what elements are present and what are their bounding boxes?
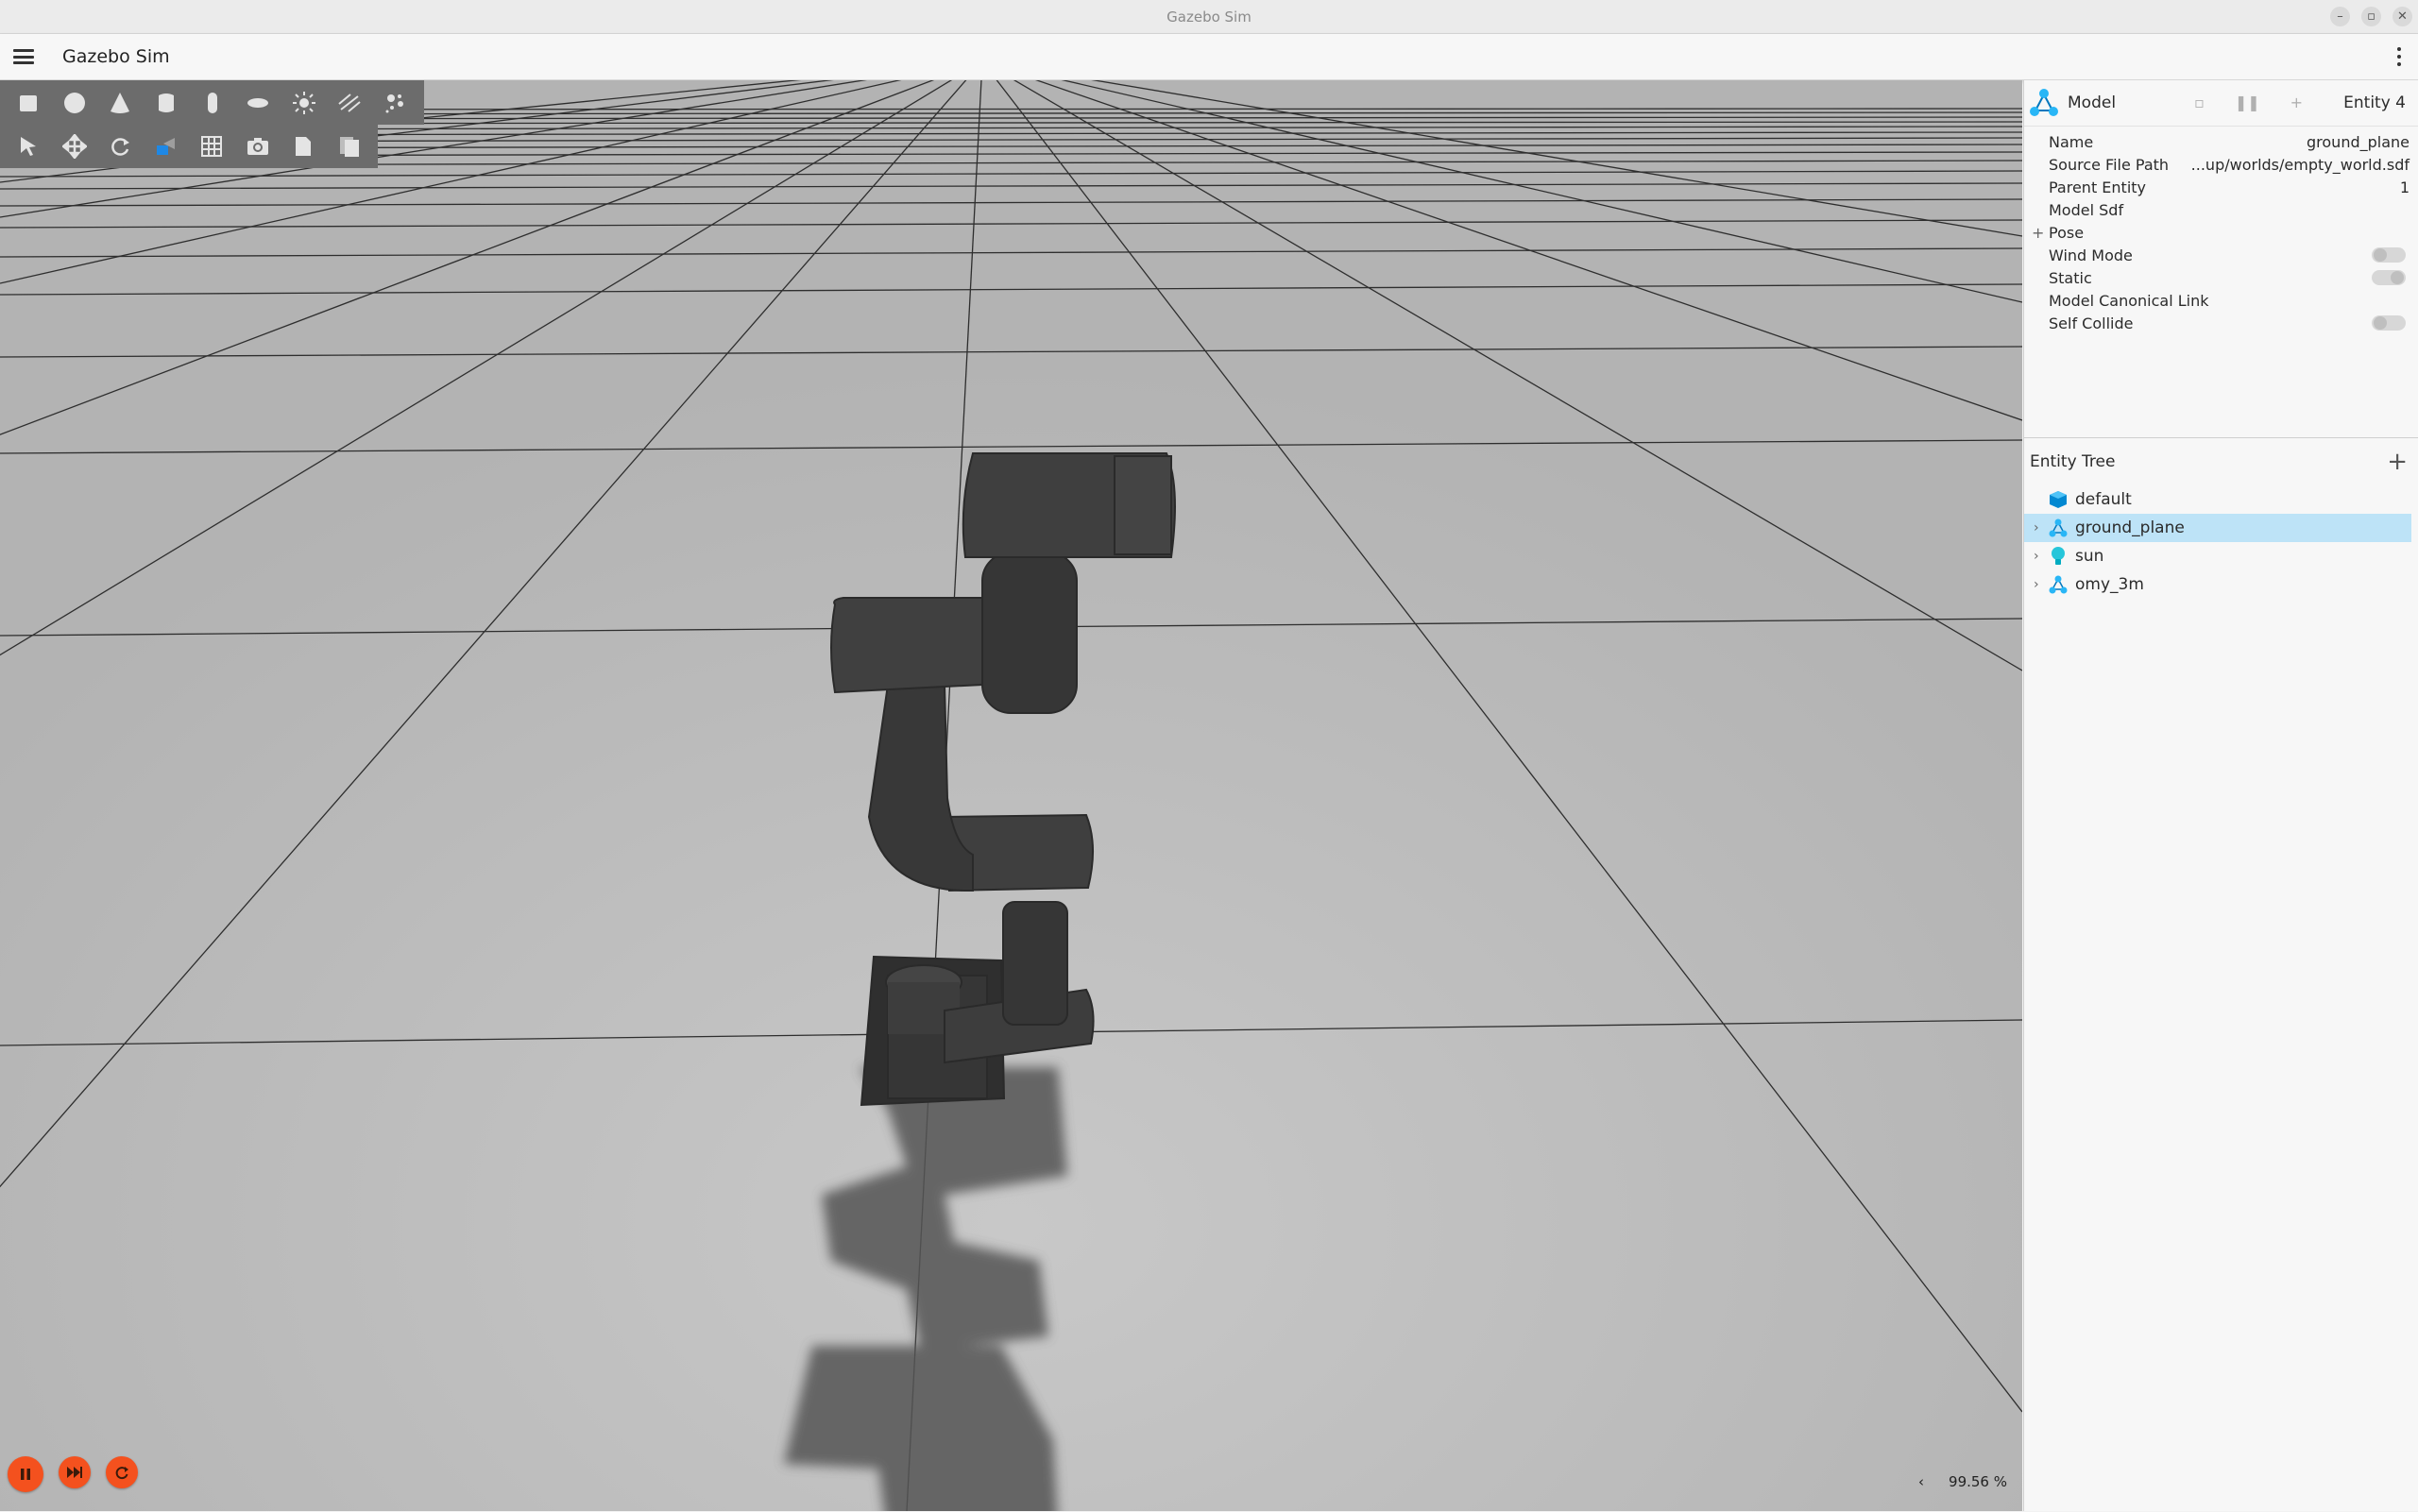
tree-item-label: ground_plane [2075, 518, 2185, 537]
grid-icon[interactable] [189, 127, 235, 165]
static-toggle[interactable] [2372, 270, 2406, 285]
property-model-sdf[interactable]: Model Sdf [2024, 198, 2418, 221]
world-cube-icon [2047, 489, 2069, 510]
window-controls: – ▫ ✕ [2330, 7, 2412, 26]
property-value: ground_plane [2307, 132, 2409, 151]
model-icon [2047, 574, 2069, 595]
paste-icon[interactable] [327, 127, 373, 165]
property-label: Pose [2049, 223, 2085, 242]
hamburger-menu-icon[interactable] [13, 49, 34, 64]
particles-icon[interactable] [373, 84, 419, 122]
cylinder-icon[interactable] [144, 84, 190, 122]
maximize-button[interactable]: ▫ [2361, 7, 2381, 26]
property-label: Static [2049, 268, 2092, 287]
ellipsoid-icon[interactable] [235, 84, 281, 122]
close-button[interactable]: ✕ [2392, 7, 2412, 26]
property-self-collide: Self Collide [2024, 312, 2418, 334]
tree-item-label: sun [2075, 547, 2104, 566]
chevron-right-icon[interactable]: › [2034, 549, 2047, 564]
app-header: Gazebo Sim [0, 34, 2418, 80]
property-model-canonical-link: Model Canonical Link [2024, 289, 2418, 312]
property-value: ...up/worlds/empty_world.sdf [2190, 155, 2409, 174]
property-label: Name [2049, 132, 2094, 151]
step-button[interactable] [59, 1456, 91, 1488]
scene-viewport[interactable]: ‹ 99.56 % [0, 80, 2022, 1511]
chevron-right-icon[interactable]: › [2034, 520, 2047, 535]
copy-icon[interactable] [281, 127, 327, 165]
select-icon[interactable] [6, 127, 52, 165]
add-component-icon[interactable]: + [2290, 93, 2303, 111]
screenshot-icon[interactable] [235, 127, 281, 165]
property-label: Model Canonical Link [2049, 291, 2209, 310]
chevron-right-icon[interactable]: › [2034, 577, 2047, 592]
property-wind-mode: Wind Mode [2024, 244, 2418, 266]
cone-icon[interactable] [97, 84, 144, 122]
shapes-toolbar [0, 80, 424, 125]
wind-mode-toggle[interactable] [2372, 247, 2406, 263]
light-icon[interactable] [281, 84, 327, 122]
rtf-value: 99.56 % [1949, 1473, 2007, 1490]
component-properties: Name ground_plane Source File Path ...up… [2024, 127, 2418, 334]
minimize-button[interactable]: – [2330, 7, 2350, 26]
property-value: 1 [2399, 178, 2409, 196]
property-label: Source File Path [2049, 155, 2170, 174]
model-icon [2047, 518, 2069, 538]
component-title: Model [2068, 93, 2117, 112]
tree-item-label: omy_3m [2075, 575, 2144, 594]
tree-item-omy-3m[interactable]: › omy_3m [2024, 570, 2418, 599]
entity-tree-header: Entity Tree + [2024, 438, 2418, 485]
expand-plus-icon[interactable]: + [2032, 224, 2044, 242]
property-pose[interactable]: + Pose [2024, 221, 2418, 244]
property-label: Wind Mode [2049, 246, 2133, 264]
window-titlebar: Gazebo Sim – ▫ ✕ [0, 0, 2418, 34]
reset-icon [115, 1467, 128, 1480]
translate-icon[interactable] [52, 127, 98, 165]
self-collide-toggle[interactable] [2372, 315, 2406, 331]
property-label: Model Sdf [2049, 200, 2124, 219]
transform-toolbar [0, 125, 378, 168]
lines-icon[interactable] [327, 84, 373, 122]
lock-icon[interactable]: ▫ [2194, 93, 2205, 111]
capsule-icon[interactable] [189, 84, 235, 122]
pause-button[interactable] [8, 1456, 43, 1492]
add-entity-icon[interactable]: + [2387, 448, 2408, 476]
tree-item-default[interactable]: default [2024, 485, 2418, 514]
fast-forward-icon [67, 1467, 82, 1478]
reset-button[interactable] [106, 1456, 138, 1488]
playback-controls [8, 1456, 138, 1492]
kebab-menu-icon[interactable] [2397, 47, 2401, 66]
window-title: Gazebo Sim [1166, 8, 1252, 25]
box-icon[interactable] [6, 84, 52, 122]
entity-id: Entity 4 [2343, 93, 2406, 112]
app-title: Gazebo Sim [62, 46, 170, 67]
tree-item-label: default [2075, 490, 2132, 509]
sphere-icon[interactable] [52, 84, 98, 122]
tree-item-ground-plane[interactable]: › ground_plane [2024, 514, 2411, 542]
view-angle-icon[interactable] [144, 127, 190, 165]
tree-item-sun[interactable]: › sun [2024, 542, 2418, 570]
property-label: Self Collide [2049, 314, 2134, 332]
property-label: Parent Entity [2049, 178, 2147, 196]
entity-tree-panel: Entity Tree + default › ground_plane › s… [2024, 437, 2418, 1512]
property-name: Name ground_plane [2024, 130, 2418, 153]
property-parent-entity: Parent Entity 1 [2024, 176, 2418, 198]
real-time-factor: ‹ 99.56 % [1918, 1473, 2007, 1490]
entity-tree-title: Entity Tree [2030, 452, 2116, 471]
pause-icon [21, 1469, 30, 1480]
property-static: Static [2024, 266, 2418, 289]
scene-render [0, 80, 2022, 1511]
property-source-file-path: Source File Path ...up/worlds/empty_worl… [2024, 153, 2418, 176]
rotate-icon[interactable] [97, 127, 144, 165]
model-icon [2030, 89, 2058, 116]
light-bulb-icon [2047, 546, 2069, 567]
inspector-actions: ▫ ❚❚ + [2194, 93, 2303, 111]
component-inspector-header: Model ▫ ❚❚ + Entity 4 [2024, 80, 2418, 127]
collapse-stats-button[interactable]: ‹ [1918, 1473, 1924, 1490]
pause-updates-icon[interactable]: ❚❚ [2235, 93, 2260, 111]
right-panel: Model ▫ ❚❚ + Entity 4 Name ground_plane … [2023, 80, 2418, 1511]
